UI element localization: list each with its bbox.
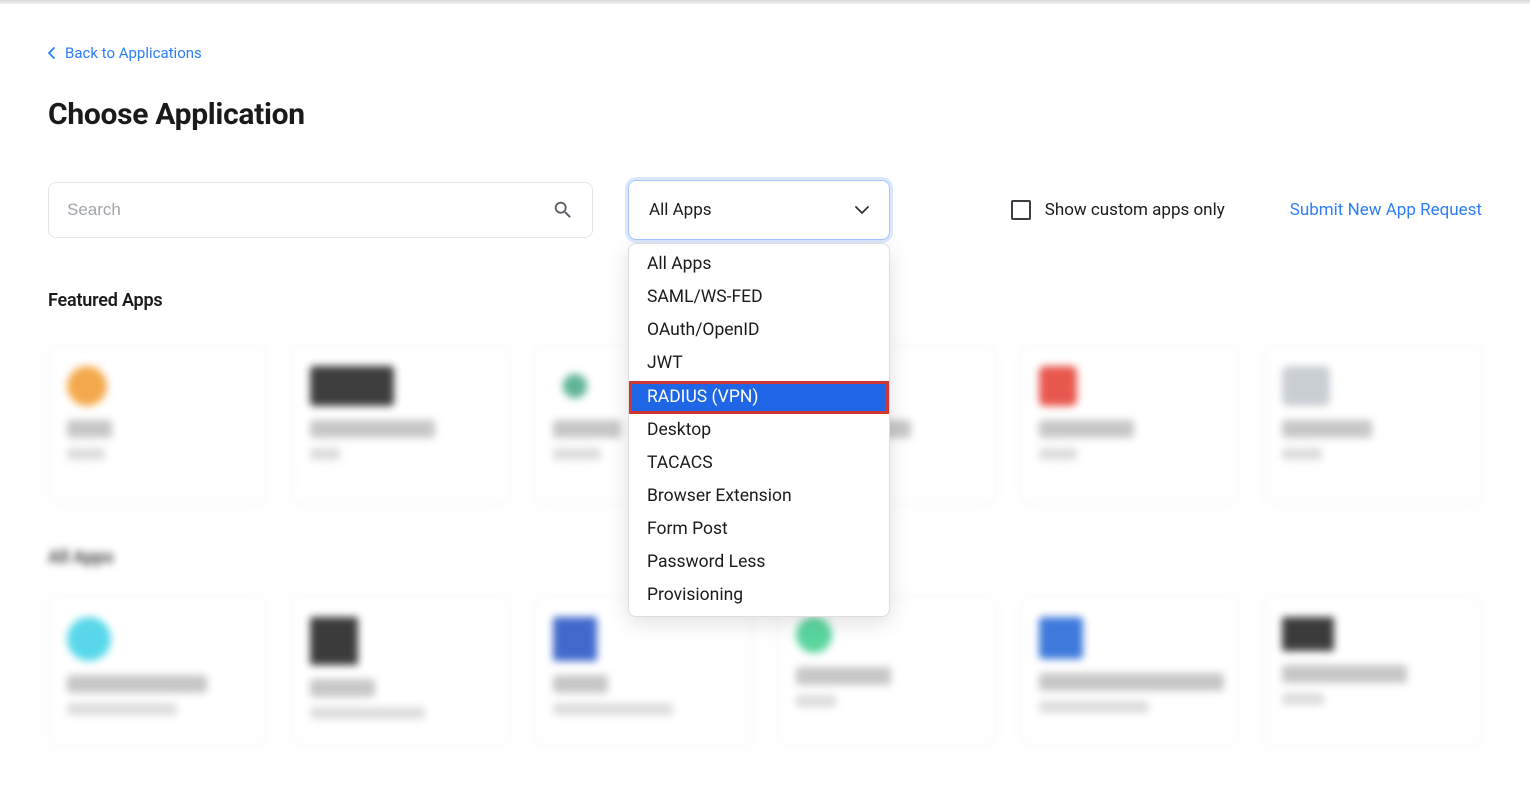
app-card-title <box>1039 420 1134 438</box>
app-card-title <box>553 675 608 693</box>
dropdown-option[interactable]: TACACS <box>629 447 889 480</box>
dropdown-option[interactable]: OAuth/OpenID <box>629 314 889 347</box>
app-card-title <box>67 675 207 693</box>
dropdown-option[interactable]: RADIUS (VPN) <box>629 381 889 414</box>
app-card[interactable] <box>1263 345 1482 505</box>
search-box[interactable] <box>48 182 593 238</box>
page-container: Back to Applications Choose Application … <box>0 4 1530 786</box>
app-icon <box>310 617 358 665</box>
app-card-title <box>67 420 112 438</box>
app-card-subtitle <box>553 448 601 460</box>
app-card-subtitle <box>553 703 673 715</box>
app-card[interactable] <box>48 596 267 746</box>
app-icon <box>1282 617 1334 651</box>
page-title: Choose Application <box>48 97 1482 132</box>
app-card-title <box>553 420 621 438</box>
app-card-subtitle <box>796 695 836 707</box>
app-card-title <box>1039 673 1224 691</box>
app-card[interactable] <box>291 596 510 746</box>
app-type-dropdown-menu: All AppsSAML/WS-FEDOAuth/OpenIDJWTRADIUS… <box>628 243 890 617</box>
app-card-subtitle <box>1039 701 1149 713</box>
app-card-subtitle <box>1282 448 1322 460</box>
app-card-title <box>1282 665 1407 683</box>
dropdown-selected-label: All Apps <box>649 200 712 220</box>
dropdown-option[interactable]: JWT <box>629 347 889 380</box>
app-card-subtitle <box>67 448 105 460</box>
app-card-title <box>310 420 435 438</box>
app-card[interactable] <box>1020 345 1239 505</box>
dropdown-option[interactable]: Provisioning <box>629 579 889 612</box>
submit-new-app-request-link[interactable]: Submit New App Request <box>1290 200 1482 220</box>
app-icon <box>67 366 107 406</box>
back-to-applications-link[interactable]: Back to Applications <box>48 44 202 62</box>
app-icon <box>553 617 597 661</box>
checkbox-icon <box>1011 200 1031 220</box>
controls-row: All Apps All AppsSAML/WS-FEDOAuth/OpenID… <box>48 180 1482 240</box>
app-icon <box>1282 366 1330 406</box>
checkbox-label: Show custom apps only <box>1045 200 1225 220</box>
app-icon <box>796 617 832 653</box>
app-card[interactable] <box>48 345 267 505</box>
app-icon <box>67 617 111 661</box>
chevron-left-icon <box>48 47 55 59</box>
dropdown-option[interactable]: Form Post <box>629 513 889 546</box>
app-card-title <box>796 667 891 685</box>
app-type-filter: All Apps All AppsSAML/WS-FEDOAuth/OpenID… <box>628 180 890 240</box>
app-icon <box>310 366 394 406</box>
app-card[interactable] <box>777 596 996 746</box>
dropdown-option[interactable]: SAML/WS-FED <box>629 281 889 314</box>
dropdown-option[interactable]: Password Less <box>629 546 889 579</box>
search-icon <box>552 199 574 221</box>
app-card-title <box>1282 420 1372 438</box>
app-icon <box>1039 366 1077 406</box>
app-icon <box>1039 617 1083 659</box>
dropdown-option[interactable]: All Apps <box>629 248 889 281</box>
app-icon <box>553 366 597 406</box>
chevron-down-icon <box>855 206 869 215</box>
app-type-dropdown-button[interactable]: All Apps <box>628 180 890 240</box>
back-link-label: Back to Applications <box>65 44 202 62</box>
app-card[interactable] <box>534 596 753 746</box>
search-input[interactable] <box>67 200 552 220</box>
all-apps-row <box>48 596 1482 746</box>
app-card-subtitle <box>1039 448 1077 460</box>
app-card[interactable] <box>1263 596 1482 746</box>
app-card[interactable] <box>1020 596 1239 746</box>
app-card-title <box>310 679 375 697</box>
app-card[interactable] <box>291 345 510 505</box>
show-custom-apps-toggle[interactable]: Show custom apps only <box>1011 200 1225 220</box>
app-card-subtitle <box>67 703 177 715</box>
app-card-subtitle <box>310 448 340 460</box>
dropdown-option[interactable]: Browser Extension <box>629 480 889 513</box>
app-card-subtitle <box>1282 693 1324 705</box>
dropdown-option[interactable]: Desktop <box>629 414 889 447</box>
